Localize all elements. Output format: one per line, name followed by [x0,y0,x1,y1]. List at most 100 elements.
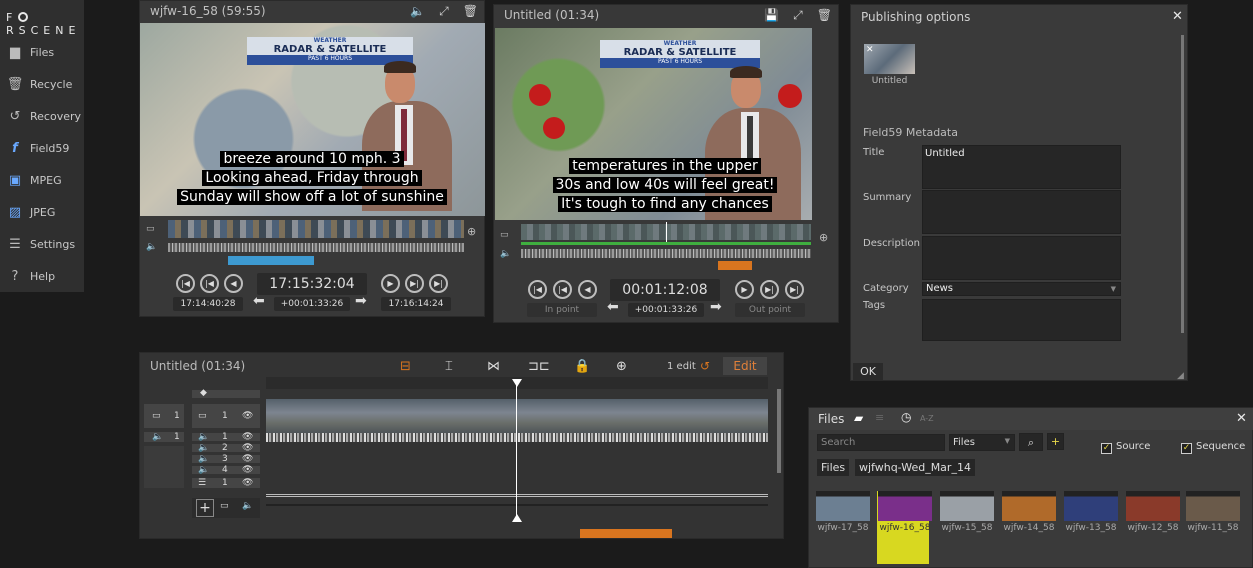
audio-track-header[interactable]: 🔈 3 👁 [191,454,261,464]
audio-track-header[interactable]: 🔈 4 👁 [191,465,261,475]
prev-mark-button[interactable]: |◀ [200,274,219,293]
save-icon[interactable]: 💾 [764,8,779,23]
sidebar-item-field59[interactable]: f Field59 [0,134,84,162]
program-selection-marker[interactable] [718,261,752,270]
source-in-time[interactable]: 17:14:40:28 [173,297,243,311]
close-icon[interactable]: ✕ [1172,9,1183,24]
file-thumbnail[interactable] [1186,491,1240,521]
step-forward-button[interactable]: ▶ [381,274,400,293]
search-input[interactable]: Search [817,434,945,451]
edit-button[interactable]: Edit [723,357,767,375]
in-point-field[interactable]: In point [527,303,597,317]
sidebar-item-help[interactable]: ? Help [0,262,84,290]
fullscreen-icon[interactable]: ⤢ [793,8,803,23]
playhead-top-handle[interactable] [512,379,522,387]
breadcrumb-folder[interactable]: wjfwhq-Wed_Mar_14 [855,459,975,476]
source-selection-marker[interactable] [228,256,314,265]
next-mark-button[interactable]: ▶| [760,280,779,299]
title-field[interactable]: Untitled [922,145,1121,189]
file-label[interactable]: wjfw-15_58 [936,523,998,533]
file-thumbnail[interactable] [1002,491,1056,521]
sidebar-item-recovery[interactable]: ↺ Recovery [0,102,84,130]
ripple-tool-icon[interactable]: ⊟ [400,359,411,374]
search-button[interactable]: ⌕ [1019,433,1043,451]
close-icon[interactable]: ✕ [866,45,874,55]
go-end-button[interactable]: ▶| [785,280,804,299]
file-thumbnail[interactable] [1126,491,1180,521]
sidebar-item-files[interactable]: ▆ Files [0,38,84,66]
delete-icon[interactable]: 🗑 [817,8,832,23]
publish-thumbnail[interactable]: ✕ [864,44,915,74]
marker-header[interactable]: ◆ [191,388,261,399]
file-thumbnail[interactable] [940,491,994,521]
next-mark-button[interactable]: ▶| [405,274,424,293]
source-waveform[interactable] [168,243,464,252]
file-thumbnail[interactable] [1064,491,1118,521]
summary-field[interactable] [922,190,1121,234]
file-label[interactable]: wjfw-11_58 [1182,523,1244,533]
timeline-scrollbar[interactable] [777,389,781,473]
folder-view-icon[interactable]: ▰ [854,411,863,425]
files-select[interactable]: Files ▼ [949,434,1015,451]
add-button[interactable]: + [1047,433,1064,450]
tags-field[interactable] [922,299,1121,341]
publishing-scrollbar[interactable] [1181,35,1184,333]
audio-track-header[interactable]: 🔈 1 👁 [191,432,261,442]
category-select[interactable]: News ▼ [922,282,1121,296]
program-waveform[interactable] [521,249,811,258]
video-clip[interactable] [266,399,768,433]
file-label[interactable]: wjfw-12_58 [1122,523,1184,533]
timeline-playhead[interactable] [516,379,517,521]
zoom-icon[interactable]: ⊕ [467,225,476,238]
file-label[interactable]: wjfw-14_58 [998,523,1060,533]
program-video[interactable]: WEATHER RADAR & SATELLITE PAST 6 HOURS t… [495,28,812,220]
timeline-range-marker[interactable] [580,529,672,538]
step-back-button[interactable]: ◀ [224,274,243,293]
go-end-button[interactable]: ▶| [429,274,448,293]
fullscreen-icon[interactable]: ⤢ [439,4,449,19]
slip-tool-icon[interactable]: ⋈ [487,359,500,374]
volume-icon[interactable]: 🔈 [410,4,425,19]
file-thumbnail[interactable] [816,491,870,521]
undo-icon[interactable]: ↺ [700,359,710,373]
go-start-button[interactable]: |◀ [528,280,547,299]
file-label[interactable]: wjfw-17_58 [812,523,874,533]
delete-icon[interactable]: 🗑 [463,4,478,19]
sidebar-item-mpeg[interactable]: ▣ MPEG [0,166,84,194]
source-filmstrip[interactable] [168,220,464,238]
playhead-bottom-handle[interactable] [512,514,522,522]
sidebar-item-jpeg[interactable]: ▨ JPEG [0,198,84,226]
zoom-icon[interactable]: ⊕ [819,231,828,244]
split-tool-icon[interactable]: ⊐⊏ [528,359,550,374]
source-checkbox[interactable]: ✓ Source [1101,441,1150,454]
file-thumbnail[interactable] [878,491,932,521]
step-forward-button[interactable]: ▶ [735,280,754,299]
sidebar-item-settings[interactable]: ☰ Settings [0,230,84,258]
add-track-icon[interactable]: + [196,499,214,517]
audio-clip[interactable] [266,433,768,442]
source-out-time[interactable]: 17:16:14:24 [381,297,451,311]
video-track-header[interactable]: ▭ 1 👁 [191,403,261,429]
out-point-field[interactable]: Out point [735,303,805,317]
prev-mark-button[interactable]: |◀ [553,280,572,299]
sequence-checkbox[interactable]: ✓ Sequence [1181,441,1245,454]
program-timecode[interactable]: 00:01:12:08 [610,279,720,301]
source-timecode[interactable]: 17:15:32:04 [257,273,367,295]
subtitle-track-header[interactable]: ☰ 1 👁 [191,477,261,489]
trim-tool-icon[interactable]: ⌶ [445,359,453,374]
source-video[interactable]: WEATHER RADAR & SATELLITE PAST 6 HOURS b… [140,23,485,216]
audio-track-icon[interactable]: 🔈 [242,501,253,511]
clock-icon[interactable]: ◷ [901,410,911,424]
program-playhead[interactable] [666,222,667,242]
step-back-button[interactable]: ◀ [578,280,597,299]
audio-track-header[interactable]: 🔈 2 👁 [191,443,261,453]
breadcrumb-files[interactable]: Files [817,459,850,476]
go-start-button[interactable]: |◀ [176,274,195,293]
resize-handle-icon[interactable]: ◢ [1177,371,1184,381]
ok-button[interactable]: OK [853,363,883,380]
video-track-header-left[interactable]: ▭ 1 [143,403,185,429]
list-view-icon[interactable]: ≡ [875,411,884,424]
sidebar-item-recycle[interactable]: 🗑 Recycle [0,70,84,98]
file-label[interactable]: wjfw-16_58 [874,523,936,533]
sort-az-label[interactable]: A-Z [920,414,934,423]
